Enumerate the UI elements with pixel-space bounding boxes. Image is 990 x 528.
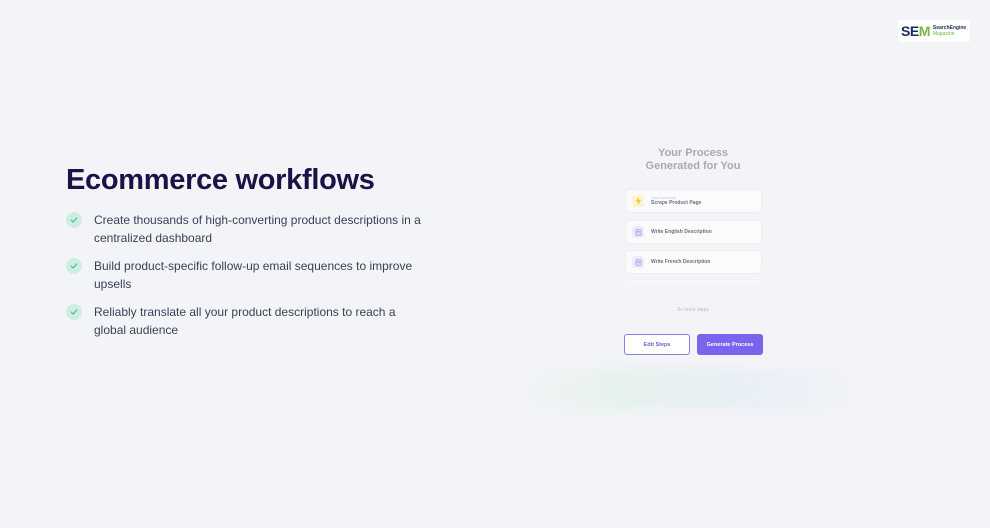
page: SEM SearchEngine Magazine Ecommerce work… xyxy=(0,0,990,528)
feature-text: Create thousands of high-converting prod… xyxy=(94,213,421,245)
process-glow xyxy=(518,370,868,410)
feature-list: Create thousands of high-converting prod… xyxy=(66,211,426,349)
process-step[interactable]: Write English Description xyxy=(625,220,762,244)
document-icon xyxy=(632,256,644,268)
process-preview: Your Process Generated for You Input Com… xyxy=(508,138,878,410)
document-icon xyxy=(632,226,644,238)
more-steps-label: 3+ more steps xyxy=(677,307,709,313)
process-step[interactable]: Input Command Scrape Product Page xyxy=(625,189,762,213)
check-icon xyxy=(66,304,82,320)
check-icon xyxy=(66,212,82,228)
feature-text: Reliably translate all your product desc… xyxy=(94,305,396,337)
logo-wordmark: SEM xyxy=(901,23,930,39)
step-label: Write French Description xyxy=(651,258,711,265)
section-heading: Ecommerce workflows xyxy=(66,164,375,196)
feature-item: Create thousands of high-converting prod… xyxy=(66,211,426,247)
bolt-icon xyxy=(632,195,644,207)
sem-logo[interactable]: SEM SearchEngine Magazine xyxy=(898,20,970,42)
generate-process-button[interactable]: Generate Process xyxy=(697,334,763,355)
step-label: Write English Description xyxy=(651,228,712,235)
step-label: Scrape Product Page xyxy=(651,199,702,206)
feature-text: Build product-specific follow-up email s… xyxy=(94,259,413,291)
logo-subtitle: SearchEngine Magazine xyxy=(932,25,967,37)
process-title: Your Process Generated for You xyxy=(645,147,741,172)
check-icon xyxy=(66,258,82,274)
feature-item: Build product-specific follow-up email s… xyxy=(66,257,426,293)
edit-steps-button[interactable]: Edit Steps xyxy=(624,334,690,355)
process-step[interactable]: Write French Description xyxy=(625,250,762,274)
feature-item: Reliably translate all your product desc… xyxy=(66,303,426,339)
faded-step xyxy=(625,279,762,288)
